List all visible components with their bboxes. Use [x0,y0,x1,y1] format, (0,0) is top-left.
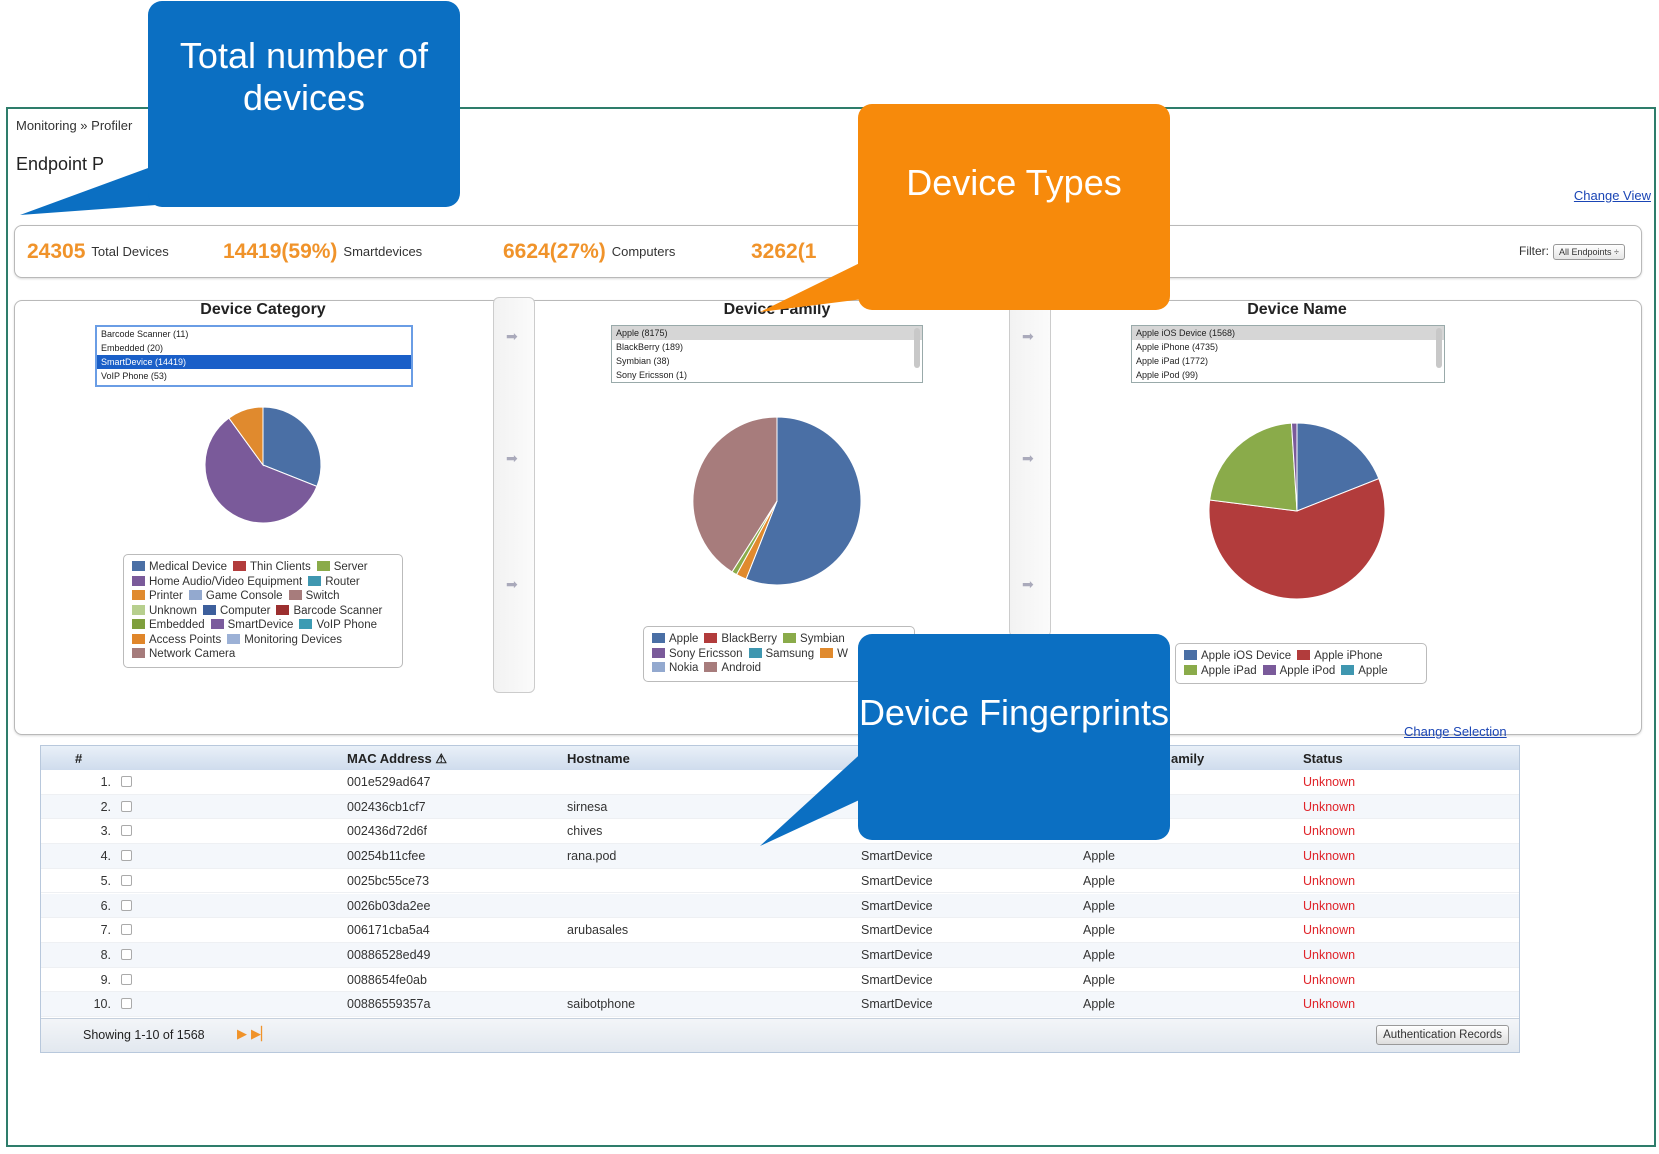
callout-total-devices: Total number of devices [148,1,460,207]
callout-device-fingerprints: Device Fingerprints [858,634,1170,840]
callout-device-types: Device Types [858,104,1170,310]
